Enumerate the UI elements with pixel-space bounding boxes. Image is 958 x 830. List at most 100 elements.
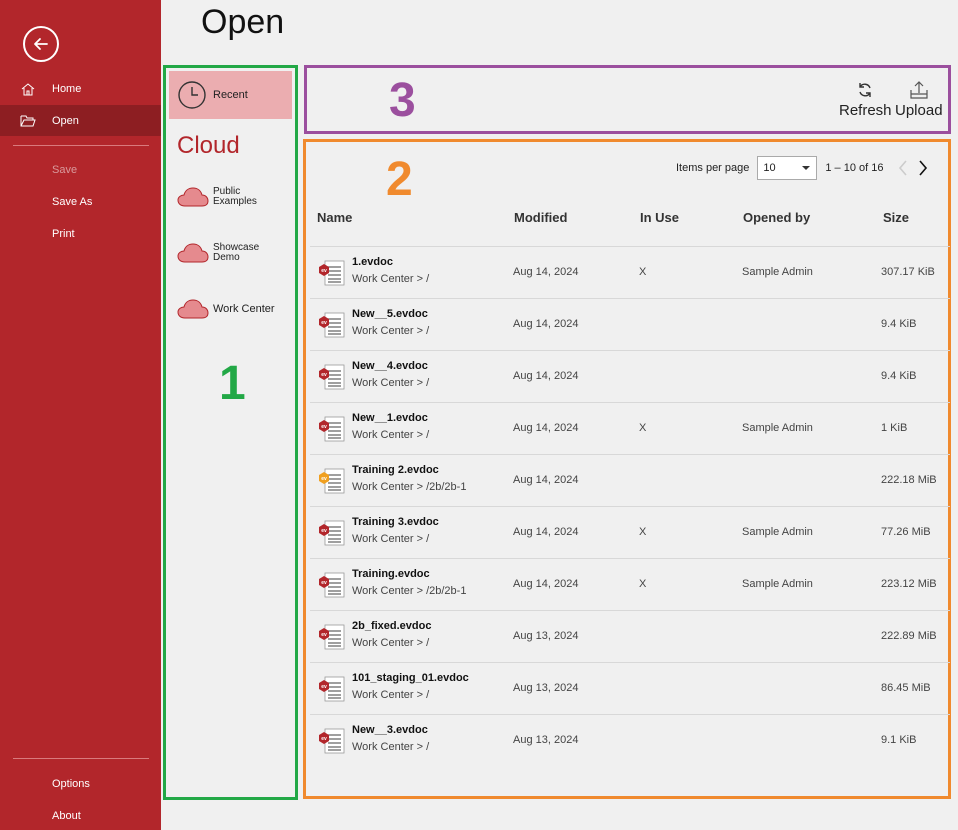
file-in-use: X (639, 526, 647, 538)
table-row[interactable]: ev 101_staging_01.evdoc Work Center > / … (310, 662, 950, 714)
sidebar-item-save[interactable]: Save (0, 154, 161, 185)
file-size: 223.12 MiB (881, 578, 937, 590)
location-label: Work Center (213, 303, 275, 315)
file-size: 9.4 KiB (881, 318, 917, 330)
refresh-label: Refresh (839, 102, 892, 119)
clock-icon (177, 80, 207, 110)
dropdown-caret-icon (802, 166, 811, 170)
previous-page-button[interactable] (893, 160, 913, 176)
back-button[interactable] (23, 26, 59, 62)
sidebar-item-label: Save (52, 163, 78, 176)
table-row[interactable]: ev Training.evdoc Work Center > /2b/2b-1… (310, 558, 950, 610)
file-path: Work Center > / (352, 377, 430, 389)
table-row[interactable]: ev Training 3.evdoc Work Center > / Aug … (310, 506, 950, 558)
table-row[interactable]: ev New__4.evdoc Work Center > / Aug 14, … (310, 350, 950, 402)
evdoc-file-icon: ev (316, 310, 346, 345)
file-opened-by: Sample Admin (742, 266, 813, 278)
file-in-use: X (639, 266, 647, 278)
table-row[interactable]: ev New__5.evdoc Work Center > / Aug 14, … (310, 298, 950, 350)
evdoc-file-icon: ev (316, 466, 346, 501)
svg-text:ev: ev (321, 372, 327, 378)
file-name: 2b_fixed.evdoc (352, 620, 432, 632)
table-row[interactable]: ev Training 2.evdoc Work Center > /2b/2b… (310, 454, 950, 506)
location-recent-label: Recent (213, 89, 248, 101)
file-path: Work Center > / (352, 689, 430, 701)
file-name: Training 2.evdoc (352, 464, 439, 476)
location-label: Demo (213, 252, 240, 263)
file-opened-by: Sample Admin (742, 422, 813, 434)
table-header: Name Modified In Use Opened by Size (306, 210, 948, 246)
file-modified: Aug 14, 2024 (513, 474, 579, 486)
column-header-modified[interactable]: Modified (514, 210, 567, 225)
chevron-left-icon (899, 160, 908, 176)
file-in-use: X (639, 578, 647, 590)
sidebar-item-print[interactable]: Print (0, 218, 161, 249)
annotation-number-1: 1 (219, 357, 246, 410)
cloud-icon (177, 242, 209, 264)
file-name: Training.evdoc (352, 568, 430, 580)
upload-label: Upload (895, 102, 943, 119)
page-range-label: 1 – 10 of 16 (825, 162, 884, 174)
upload-button[interactable]: Upload (895, 78, 943, 119)
table-row[interactable]: ev 2b_fixed.evdoc Work Center > / Aug 13… (310, 610, 950, 662)
file-path: Work Center > / (352, 325, 430, 337)
sidebar-item-home[interactable]: Home (0, 73, 161, 104)
svg-text:ev: ev (321, 320, 327, 326)
items-per-page-select[interactable]: 10 (757, 156, 818, 180)
column-header-name[interactable]: Name (317, 210, 352, 225)
cloud-icon (177, 186, 209, 208)
file-size: 77.26 MiB (881, 526, 931, 538)
table-row[interactable]: ev 1.evdoc Work Center > / Aug 14, 2024 … (310, 246, 950, 298)
backstage-sidebar: Home Open Save Save As Print Options Abo… (0, 0, 161, 830)
table-row[interactable]: ev New__1.evdoc Work Center > / Aug 14, … (310, 402, 950, 454)
svg-text:ev: ev (321, 684, 327, 690)
file-size: 222.89 MiB (881, 630, 937, 642)
toolbar-panel: 3 Refresh Upload (304, 65, 951, 134)
file-name: 101_staging_01.evdoc (352, 672, 469, 684)
file-path: Work Center > /2b/2b-1 (352, 585, 467, 597)
file-path: Work Center > / (352, 273, 430, 285)
file-size: 222.18 MiB (881, 474, 937, 486)
next-page-button[interactable] (913, 160, 933, 176)
location-work-center[interactable]: Work Center (177, 298, 297, 320)
location-showcase-demo[interactable]: Showcase Demo (177, 242, 297, 264)
file-modified: Aug 14, 2024 (513, 370, 579, 382)
file-opened-by: Sample Admin (742, 526, 813, 538)
file-modified: Aug 13, 2024 (513, 682, 579, 694)
svg-text:ev: ev (321, 632, 327, 638)
home-icon (0, 82, 52, 96)
file-modified: Aug 14, 2024 (513, 578, 579, 590)
location-recent[interactable]: Recent (169, 71, 292, 119)
evdoc-file-icon: ev (316, 622, 346, 657)
column-header-size[interactable]: Size (883, 210, 909, 225)
evdoc-file-icon: ev (316, 726, 346, 761)
table-row[interactable]: ev New__3.evdoc Work Center > / Aug 13, … (310, 714, 950, 766)
svg-text:ev: ev (321, 424, 327, 430)
refresh-button[interactable]: Refresh (839, 78, 892, 119)
app-window: Home Open Save Save As Print Options Abo… (0, 0, 958, 830)
column-header-opened-by[interactable]: Opened by (743, 210, 810, 225)
file-path: Work Center > / (352, 741, 430, 753)
refresh-icon (856, 78, 874, 102)
file-path: Work Center > /2b/2b-1 (352, 481, 467, 493)
sidebar-item-label: Print (52, 227, 75, 240)
sidebar-item-about[interactable]: About (0, 800, 161, 830)
annotation-number-3: 3 (389, 74, 416, 127)
file-rows: ev 1.evdoc Work Center > / Aug 14, 2024 … (310, 246, 950, 766)
file-size: 86.45 MiB (881, 682, 931, 694)
paginator: Items per page 10 1 – 10 of 16 (676, 156, 933, 180)
upload-icon (908, 78, 930, 102)
sidebar-item-options[interactable]: Options (0, 768, 161, 799)
location-public-examples[interactable]: Public Examples (177, 186, 297, 208)
file-modified: Aug 13, 2024 (513, 630, 579, 642)
file-modified: Aug 14, 2024 (513, 266, 579, 278)
file-name: 1.evdoc (352, 256, 393, 268)
file-list-panel: 2 Items per page 10 1 – 10 of 16 Name Mo… (303, 139, 951, 799)
sidebar-divider (13, 758, 149, 759)
column-header-in-use[interactable]: In Use (640, 210, 679, 225)
sidebar-divider (13, 145, 149, 146)
file-path: Work Center > / (352, 533, 430, 545)
sidebar-item-save-as[interactable]: Save As (0, 186, 161, 217)
file-modified: Aug 14, 2024 (513, 526, 579, 538)
sidebar-item-open[interactable]: Open (0, 105, 161, 136)
